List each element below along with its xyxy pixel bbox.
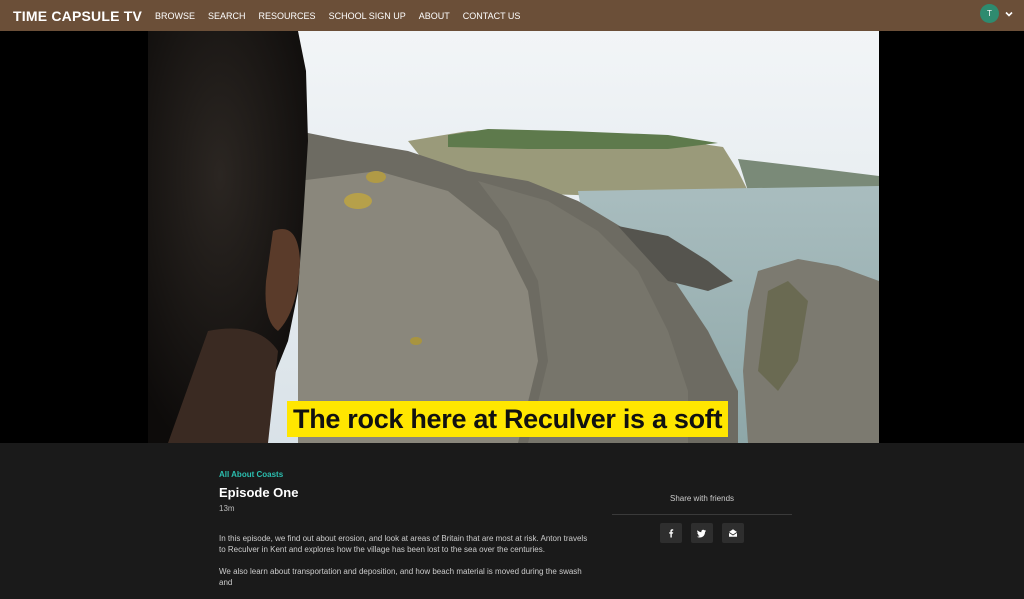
- nav-search[interactable]: SEARCH: [208, 11, 246, 21]
- chevron-down-icon[interactable]: [1004, 9, 1014, 19]
- facebook-icon: [669, 529, 674, 538]
- nav-contact-us[interactable]: CONTACT US: [463, 11, 521, 21]
- top-nav-bar: TIME CAPSULE TV BROWSE SEARCH RESOURCES …: [0, 0, 1024, 31]
- episode-info: All About Coasts Episode One 13m In this…: [0, 443, 1024, 587]
- main-nav: BROWSE SEARCH RESOURCES SCHOOL SIGN UP A…: [155, 11, 533, 21]
- avatar[interactable]: T: [980, 4, 999, 23]
- share-label: Share with friends: [612, 494, 792, 515]
- nav-about[interactable]: ABOUT: [419, 11, 450, 21]
- video-player: The rock here at Reculver is a soft: [0, 31, 1024, 443]
- site-logo[interactable]: TIME CAPSULE TV: [13, 8, 142, 24]
- video-still: [148, 31, 879, 443]
- description-paragraph: We also learn about transportation and d…: [219, 567, 582, 587]
- email-icon: [728, 529, 738, 537]
- user-menu[interactable]: T: [980, 4, 1014, 23]
- description-paragraph: In this episode, we find out about erosi…: [219, 534, 588, 554]
- video-frame[interactable]: [148, 31, 879, 443]
- episode-title: Episode One: [219, 485, 299, 500]
- video-subtitle: The rock here at Reculver is a soft: [287, 401, 729, 437]
- facebook-share-button[interactable]: [660, 523, 682, 543]
- share-buttons: [612, 523, 792, 543]
- nav-resources[interactable]: RESOURCES: [259, 11, 316, 21]
- nav-school-sign-up[interactable]: SCHOOL SIGN UP: [329, 11, 406, 21]
- twitter-share-button[interactable]: [691, 523, 713, 543]
- episode-description: In this episode, we find out about erosi…: [219, 533, 589, 599]
- email-share-button[interactable]: [722, 523, 744, 543]
- series-link[interactable]: All About Coasts: [219, 470, 283, 479]
- twitter-icon: [697, 529, 706, 538]
- nav-browse[interactable]: BROWSE: [155, 11, 195, 21]
- share-panel: Share with friends: [612, 494, 792, 543]
- episode-duration: 13m: [219, 504, 235, 513]
